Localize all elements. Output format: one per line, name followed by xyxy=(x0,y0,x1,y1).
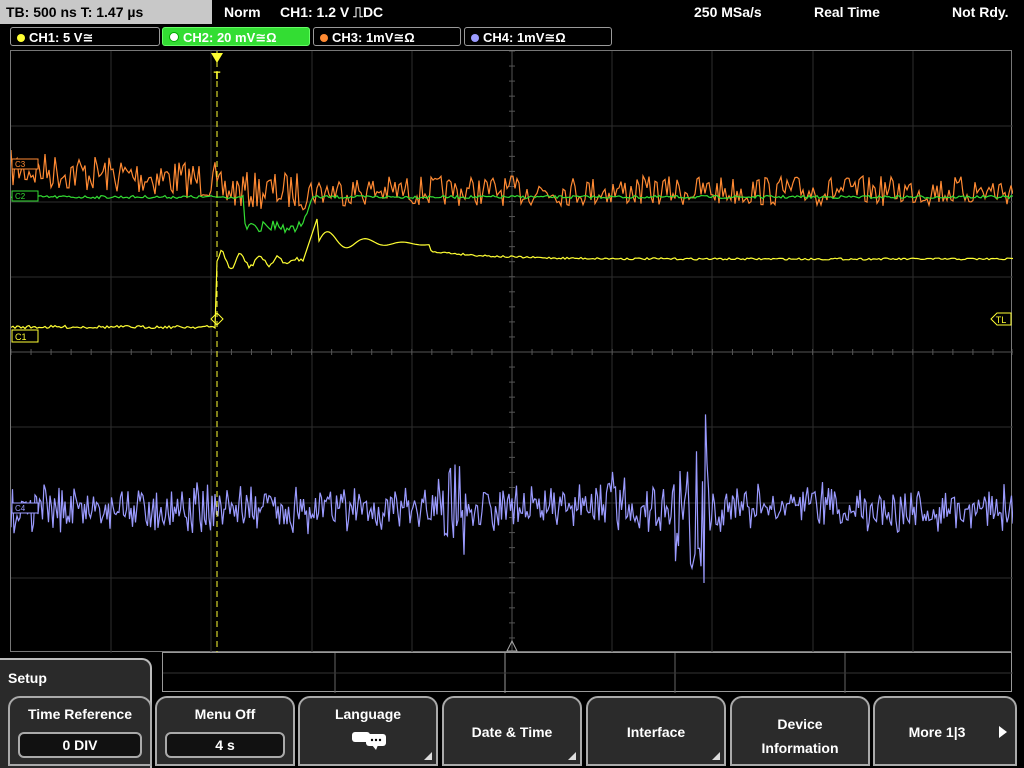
menu-off-label: Menu Off xyxy=(194,706,256,722)
ch1-marker-label: C1 xyxy=(15,332,27,342)
ch4-label: CH4: 1mV≅Ω xyxy=(483,30,566,45)
interface-button[interactable]: Interface xyxy=(586,696,726,766)
ch2-label: CH2: 20 mV≅Ω xyxy=(183,30,277,45)
trigger-mode: Norm xyxy=(224,4,261,20)
more-label: More 1|3 xyxy=(908,724,966,740)
ch4-marker-label: C4 xyxy=(15,504,26,513)
ch3-marker-label: C3 xyxy=(15,160,26,169)
language-button[interactable]: Language xyxy=(298,696,438,766)
waveform-display[interactable]: T TL C1 C2 C3 C4 xyxy=(10,50,1013,653)
time-reference-label: Time Reference xyxy=(27,706,132,722)
language-speech-icon xyxy=(352,732,386,750)
info-strip-dividers xyxy=(163,653,1013,693)
ready-status: Not Rdy. xyxy=(952,4,1009,20)
tab-ch2[interactable]: CH2: 20 mV≅Ω xyxy=(162,27,310,46)
status-bar: Norm CH1: 1.2 V ⎍DC 250 MSa/s Real Time … xyxy=(214,0,1024,24)
sample-rate: 250 MSa/s xyxy=(694,4,762,20)
ch1-dot-icon xyxy=(17,34,25,42)
trigger-info: CH1: 1.2 V ⎍DC xyxy=(280,4,384,20)
interface-submenu-icon xyxy=(712,752,720,760)
interface-label: Interface xyxy=(626,724,686,740)
ch2-marker-label: C2 xyxy=(15,192,26,201)
time-reference-value[interactable]: 0 DIV xyxy=(18,732,142,758)
date-time-submenu-icon xyxy=(568,752,576,760)
menu-title: Setup xyxy=(8,670,47,686)
acquisition-mode: Real Time xyxy=(814,4,880,20)
trigger-level-label: TL xyxy=(996,315,1007,325)
next-page-icon xyxy=(999,726,1007,738)
date-time-label: Date & Time xyxy=(471,724,553,740)
menu-off-value[interactable]: 4 s xyxy=(165,732,285,758)
info-strip xyxy=(162,652,1013,693)
language-label: Language xyxy=(334,706,402,722)
device-information-button[interactable]: Device Information xyxy=(730,696,870,766)
channel-tab-row: CH1: 5 V≅ CH2: 20 mV≅Ω CH3: 1mV≅Ω CH4: 1… xyxy=(0,24,1024,50)
ch2-dot-icon xyxy=(169,32,179,42)
graticule xyxy=(11,51,1013,653)
menu-off-button[interactable]: Menu Off 4 s xyxy=(155,696,295,766)
ch4-dot-icon xyxy=(471,34,479,42)
ch3-label: CH3: 1mV≅Ω xyxy=(332,30,415,45)
timebase-readout: TB: 500 ns T: 1.47 µs xyxy=(0,0,212,24)
tab-ch1[interactable]: CH1: 5 V≅ xyxy=(10,27,160,46)
ch3-dot-icon xyxy=(320,34,328,42)
trigger-pos-label: T xyxy=(214,70,221,82)
time-reference-button[interactable]: Time Reference 0 DIV xyxy=(8,696,152,766)
more-button[interactable]: More 1|3 xyxy=(873,696,1017,766)
date-time-button[interactable]: Date & Time xyxy=(442,696,582,766)
tab-ch3[interactable]: CH3: 1mV≅Ω xyxy=(313,27,461,46)
device-information-label: Device Information xyxy=(761,716,839,756)
trigger-position-icon[interactable] xyxy=(211,53,223,63)
ch1-label: CH1: 5 V≅ xyxy=(29,30,94,45)
waveform-canvas: T TL C1 C2 C3 C4 xyxy=(11,51,1013,653)
tab-ch4[interactable]: CH4: 1mV≅Ω xyxy=(464,27,612,46)
language-submenu-icon xyxy=(424,752,432,760)
